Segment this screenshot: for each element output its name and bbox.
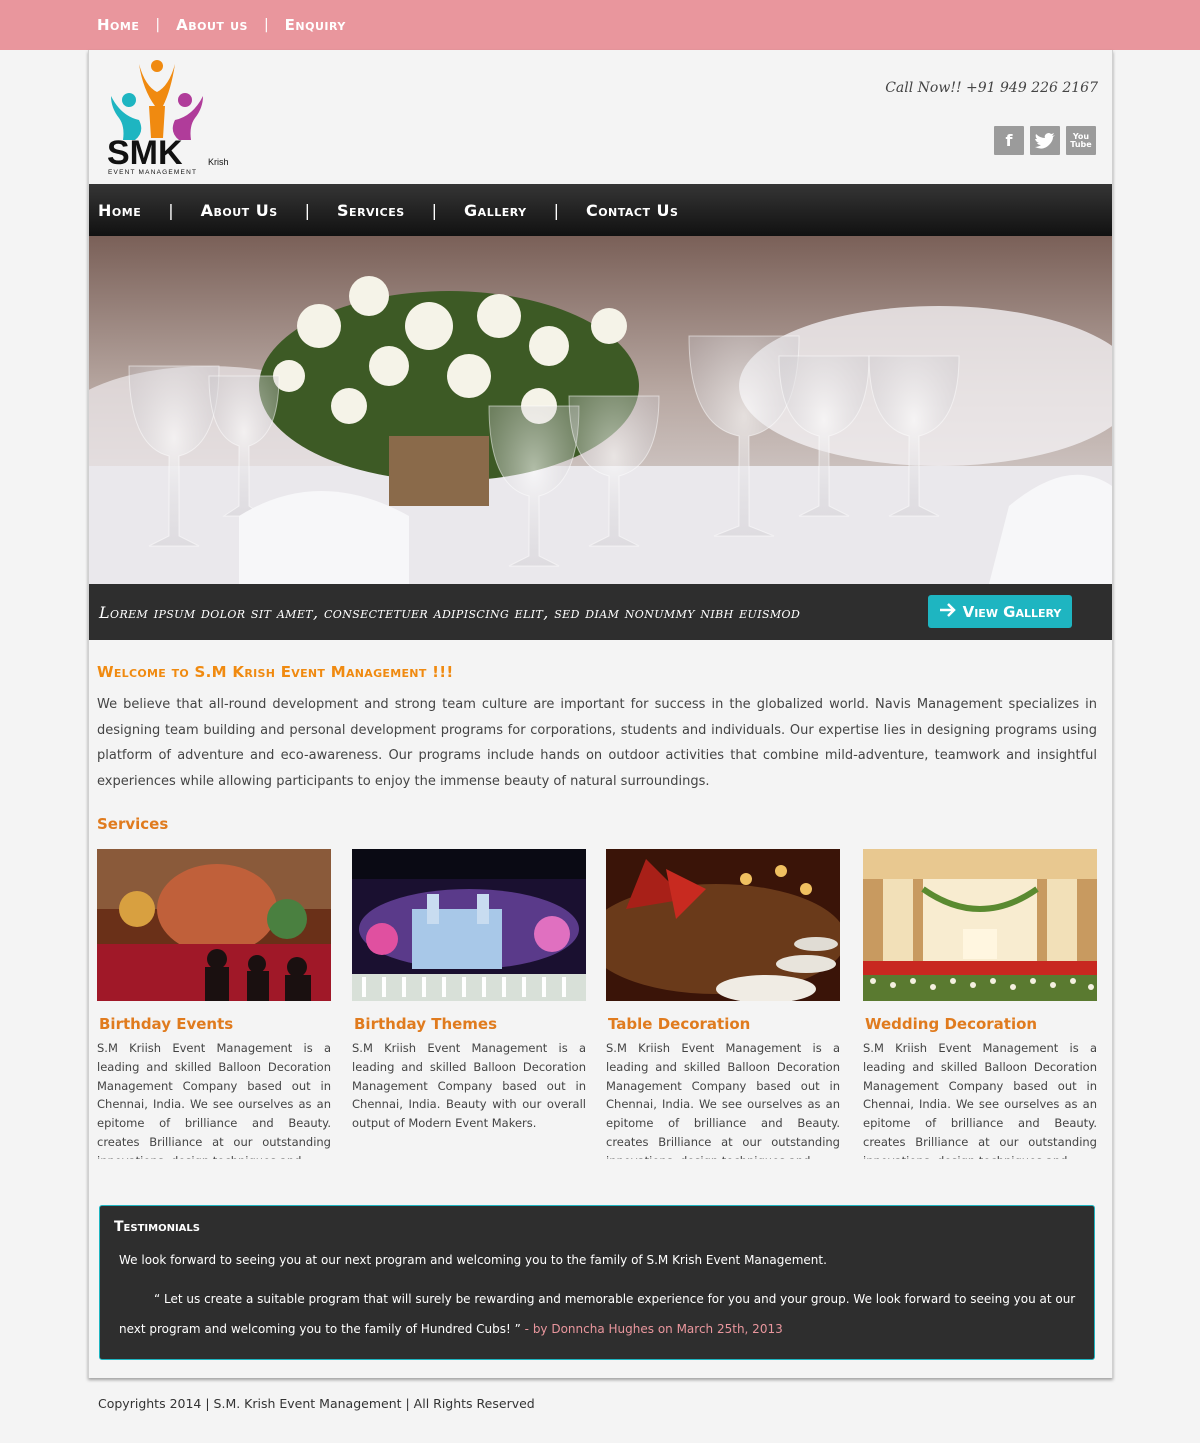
top-link-about[interactable]: About us — [176, 16, 248, 34]
separator: | — [304, 200, 311, 220]
separator: | — [431, 200, 438, 220]
testimonial-quote: “ Let us create a suitable program that … — [119, 1284, 1079, 1344]
nav-about-us[interactable]: About Us — [201, 201, 278, 220]
arrow-right-icon — [939, 602, 957, 621]
svg-text:EVENT MANAGEMENT: EVENT MANAGEMENT — [108, 169, 197, 176]
svg-text:SMK: SMK — [107, 134, 183, 172]
main-container: SMK Krish EVENT MANAGEMENT Call Now!! +9… — [88, 50, 1113, 1378]
birthday-events-image[interactable] — [97, 849, 331, 1001]
table-decoration-image[interactable] — [606, 849, 840, 1001]
view-gallery-label: View Gallery — [962, 602, 1062, 621]
separator: | — [263, 17, 269, 33]
service-name[interactable]: Birthday Themes — [354, 1015, 586, 1033]
nav-services[interactable]: Services — [337, 201, 405, 220]
testimonials-box: Testimonials We look forward to seeing y… — [99, 1205, 1095, 1360]
hero-caption: Lorem ipsum dolor sit amet, consectetuer… — [99, 603, 801, 622]
twitter-icon[interactable] — [1030, 126, 1060, 155]
nav-contact-us[interactable]: Contact Us — [586, 201, 679, 220]
top-link-home[interactable]: Home — [97, 16, 139, 34]
call-now-text: Call Now!! +91 949 226 2167 — [885, 80, 1098, 96]
main-nav: Home | About Us | Services | Gallery | C… — [89, 184, 1112, 236]
quote-author: - by Donncha Hughes on March 25th, 2013 — [520, 1322, 783, 1336]
welcome-title: Welcome to S.M Krish Event Management !!… — [97, 663, 454, 681]
wedding-decoration-image[interactable] — [863, 849, 1097, 1001]
service-desc: S.M Kriish Event Management is a leading… — [863, 1041, 1097, 1159]
testimonials-title: Testimonials — [114, 1219, 200, 1235]
separator: | — [168, 200, 174, 220]
view-gallery-button[interactable]: View Gallery — [928, 595, 1072, 628]
top-bar: Home | About us | Enquiry — [0, 0, 1200, 50]
facebook-icon[interactable]: f — [994, 126, 1024, 155]
birthday-themes-image[interactable] — [352, 849, 586, 1001]
social-links: f You Tube — [994, 126, 1096, 155]
service-desc: S.M Kriish Event Management is a leading… — [606, 1041, 840, 1159]
logo[interactable]: SMK Krish EVENT MANAGEMENT — [105, 56, 235, 178]
nav-gallery[interactable]: Gallery — [464, 201, 527, 220]
service-desc: S.M Kriish Event Management is a leading… — [352, 1041, 586, 1131]
service-card: Birthday Events S.M Kriish Event Managem… — [97, 849, 331, 1159]
service-card: Table Decoration S.M Kriish Event Manage… — [606, 849, 840, 1159]
footer-copyright: Copyrights 2014 | S.M. Krish Event Manag… — [98, 1396, 535, 1411]
logo-mark: SMK Krish EVENT MANAGEMENT — [107, 60, 229, 176]
top-link-enquiry[interactable]: Enquiry — [285, 16, 346, 34]
testimonials-intro: We look forward to seeing you at our nex… — [119, 1253, 827, 1267]
nav-home[interactable]: Home — [98, 201, 141, 220]
service-desc: S.M Kriish Event Management is a leading… — [97, 1041, 331, 1159]
welcome-text: We believe that all-round development an… — [97, 697, 1097, 789]
hero-caption-bar: Lorem ipsum dolor sit amet, consectetuer… — [89, 584, 1112, 640]
svg-text:Krish: Krish — [208, 157, 229, 167]
services-title: Services — [97, 815, 169, 833]
service-name[interactable]: Wedding Decoration — [865, 1015, 1097, 1033]
separator: | — [553, 200, 559, 220]
youtube-icon[interactable]: You Tube — [1066, 126, 1096, 155]
service-name[interactable]: Birthday Events — [99, 1015, 331, 1033]
service-card: Wedding Decoration S.M Kriish Event Mana… — [863, 849, 1097, 1159]
service-name[interactable]: Table Decoration — [608, 1015, 840, 1033]
service-card: Birthday Themes S.M Kriish Event Managem… — [352, 849, 586, 1159]
hero-image — [89, 236, 1112, 584]
separator: | — [155, 17, 161, 33]
